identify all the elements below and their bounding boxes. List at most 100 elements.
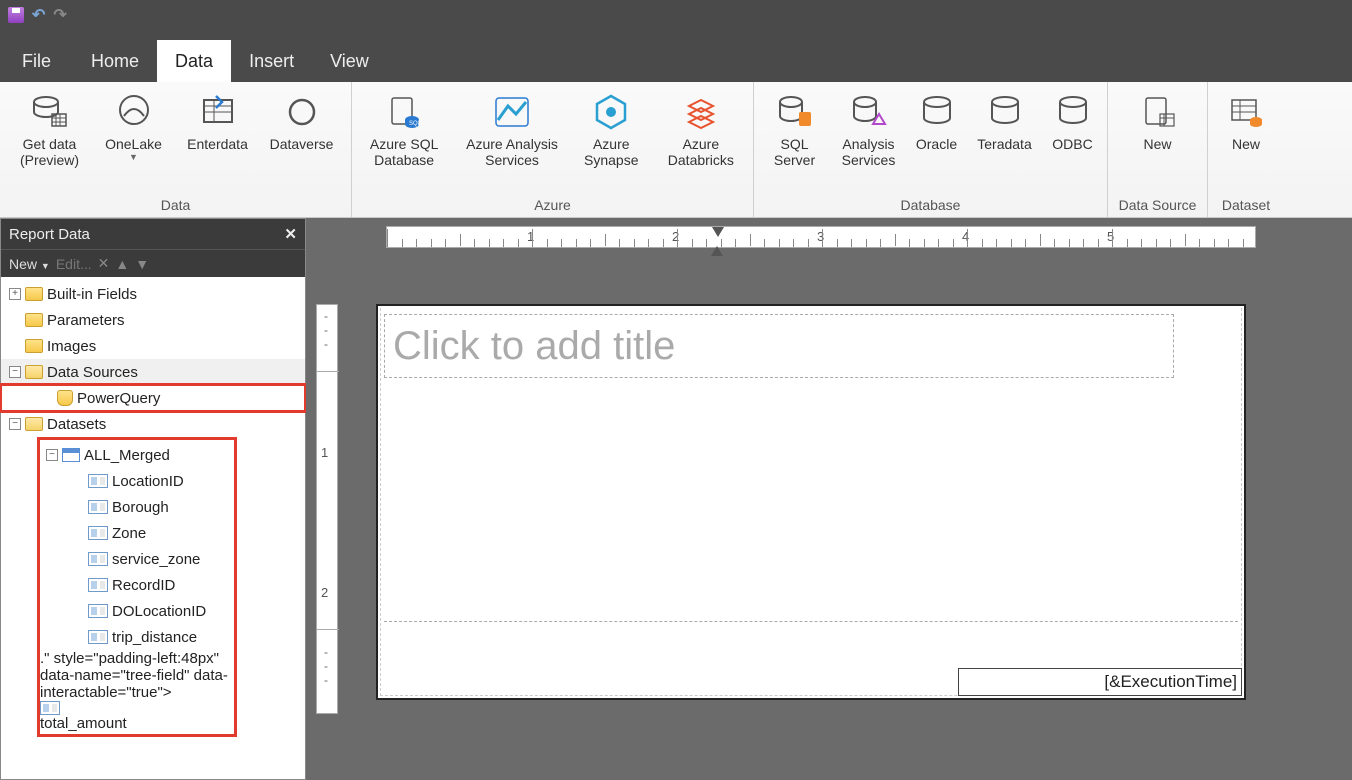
folder-open-icon xyxy=(25,417,43,431)
tab-view[interactable]: View xyxy=(312,40,387,82)
tree-item-parameters[interactable]: Parameters xyxy=(1,307,305,333)
sqlserver-button[interactable]: SQL Server xyxy=(759,88,831,168)
tree-field[interactable]: Borough xyxy=(40,494,234,520)
up-icon[interactable]: ▲ xyxy=(115,256,129,272)
odbc-button[interactable]: ODBC xyxy=(1043,88,1103,152)
tree-item-powerquery[interactable]: PowerQuery xyxy=(1,385,305,411)
oracle-label: Oracle xyxy=(916,136,957,152)
oracle-icon xyxy=(917,92,957,132)
tree-field[interactable]: Zone xyxy=(40,520,234,546)
azure-sql-button[interactable]: SQL Azure SQL Database xyxy=(356,88,452,168)
folder-icon xyxy=(25,339,43,353)
report-surface[interactable]: Click to add title [&ExecutionTime] xyxy=(376,304,1246,700)
analysissvc-icon xyxy=(849,92,889,132)
folder-icon xyxy=(25,287,43,301)
field-icon xyxy=(40,701,60,715)
group-label-datasource: Data Source xyxy=(1112,195,1203,215)
sqlserver-label: SQL Server xyxy=(774,136,815,168)
tab-data[interactable]: Data xyxy=(157,40,231,82)
field-icon xyxy=(88,578,108,592)
svg-text:SQL: SQL xyxy=(409,121,422,127)
azure-synapse-icon xyxy=(591,92,631,132)
report-body[interactable] xyxy=(384,386,1238,622)
azure-analysis-icon xyxy=(492,92,532,132)
field-icon xyxy=(88,552,108,566)
table-icon xyxy=(62,448,80,462)
group-label-data: Data xyxy=(4,195,347,215)
tree-field[interactable]: service_zone xyxy=(40,546,234,572)
quick-access-toolbar: ↶ ↷ xyxy=(0,0,1352,30)
collapse-icon[interactable]: − xyxy=(46,449,58,461)
highlighted-dataset-box: − ALL_Merged LocationID Borough Zone ser… xyxy=(37,437,237,737)
tree-field[interactable]: DOLocationID xyxy=(40,598,234,624)
get-data-button[interactable]: Get data (Preview) xyxy=(9,88,91,168)
horizontal-ruler: 1 2 3 4 5 xyxy=(386,226,1256,248)
dataverse-icon xyxy=(282,92,322,132)
onelake-button[interactable]: OneLake ▼ xyxy=(93,88,175,162)
report-data-panel: Report Data ✕ New ▼ Edit... ✕ ▲ ▼ + Buil… xyxy=(0,218,306,780)
ribbon: Get data (Preview) OneLake ▼ Enterdata xyxy=(0,82,1352,218)
datasource-icon xyxy=(57,390,73,406)
collapse-icon[interactable]: − xyxy=(9,418,21,430)
edit-button: Edit... xyxy=(56,256,92,272)
group-label-dataset: Dataset xyxy=(1212,195,1280,215)
azure-synapse-button[interactable]: Azure Synapse xyxy=(572,88,651,168)
azure-synapse-label: Azure Synapse xyxy=(584,136,638,168)
new-datasource-icon xyxy=(1138,92,1178,132)
delete-icon[interactable]: ✕ xyxy=(98,255,110,272)
expand-icon[interactable]: + xyxy=(9,288,21,300)
design-canvas: 1 2 3 4 5 --- 1 2 --- Click to add title… xyxy=(306,218,1352,780)
field-icon xyxy=(88,526,108,540)
ruler-marker-icon[interactable] xyxy=(711,246,723,256)
execution-time-textbox[interactable]: [&ExecutionTime] xyxy=(958,668,1242,696)
folder-open-icon xyxy=(25,365,43,379)
panel-title: Report Data xyxy=(9,226,90,243)
tree-item-allmerged[interactable]: − ALL_Merged xyxy=(40,442,234,468)
tab-file[interactable]: File xyxy=(0,40,73,82)
panel-toolbar: New ▼ Edit... ✕ ▲ ▼ xyxy=(1,249,305,277)
collapse-icon[interactable]: − xyxy=(9,366,21,378)
tree-item-images[interactable]: Images xyxy=(1,333,305,359)
new-datasource-button[interactable]: New xyxy=(1117,88,1199,152)
report-title-placeholder[interactable]: Click to add title xyxy=(384,314,1174,378)
azure-sql-icon: SQL xyxy=(384,92,424,132)
tab-insert[interactable]: Insert xyxy=(231,40,312,82)
analysissvc-button[interactable]: Analysis Services xyxy=(833,88,905,168)
azure-analysis-button[interactable]: Azure Analysis Services xyxy=(454,88,570,168)
ribbon-group-data: Get data (Preview) OneLake ▼ Enterdata xyxy=(0,82,352,217)
azure-databricks-button[interactable]: Azure Databricks xyxy=(653,88,749,168)
tree-item-builtin[interactable]: + Built-in Fields xyxy=(1,281,305,307)
odbc-label: ODBC xyxy=(1052,136,1092,152)
tree-item-datasources[interactable]: − Data Sources xyxy=(1,359,305,385)
ribbon-group-datasource: New Data Source xyxy=(1108,82,1208,217)
field-icon xyxy=(88,604,108,618)
teradata-button[interactable]: Teradata xyxy=(969,88,1041,152)
new-dropdown[interactable]: New ▼ xyxy=(9,256,50,272)
enterdata-button[interactable]: Enterdata xyxy=(177,88,259,152)
tree-field[interactable]: LocationID xyxy=(40,468,234,494)
new-dataset-icon xyxy=(1226,92,1266,132)
tree-field[interactable]: RecordID xyxy=(40,572,234,598)
close-icon[interactable]: ✕ xyxy=(284,225,297,243)
ruler-marker-icon[interactable] xyxy=(712,227,724,237)
new-dataset-button[interactable]: New xyxy=(1212,88,1280,152)
dataverse-button[interactable]: Dataverse xyxy=(261,88,343,152)
get-data-icon xyxy=(30,92,70,132)
enterdata-icon xyxy=(198,92,238,132)
undo-icon[interactable]: ↶ xyxy=(32,5,45,25)
oracle-button[interactable]: Oracle xyxy=(907,88,967,152)
tree-item-datasets[interactable]: − Datasets xyxy=(1,411,305,437)
down-icon[interactable]: ▼ xyxy=(135,256,149,272)
dataverse-label: Dataverse xyxy=(270,136,334,152)
redo-icon[interactable]: ↷ xyxy=(53,5,66,25)
tree-field[interactable]: trip_distance xyxy=(40,624,234,650)
field-icon xyxy=(88,500,108,514)
sqlserver-icon xyxy=(775,92,815,132)
tab-home[interactable]: Home xyxy=(73,40,157,82)
save-icon[interactable] xyxy=(8,7,24,23)
group-label-database: Database xyxy=(758,195,1103,215)
odbc-icon xyxy=(1053,92,1093,132)
field-icon xyxy=(88,474,108,488)
menu-tabs: File Home Data Insert View xyxy=(0,30,1352,82)
ribbon-group-dataset: New Dataset xyxy=(1208,82,1284,217)
